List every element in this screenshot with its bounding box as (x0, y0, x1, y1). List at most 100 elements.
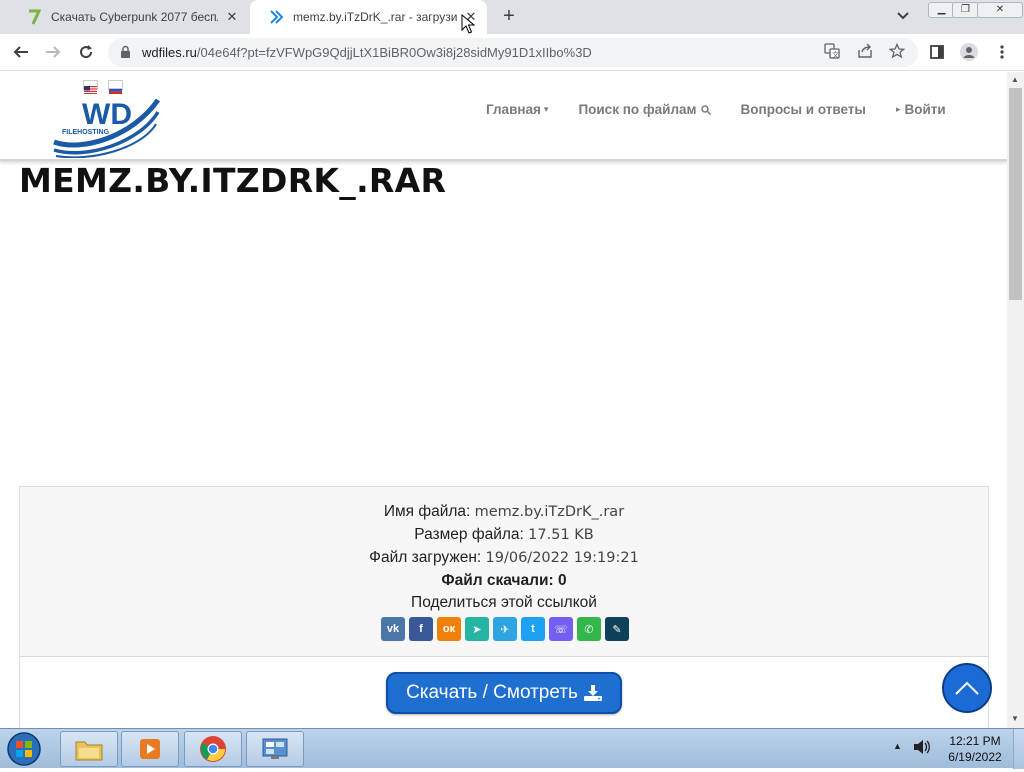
download-icon (583, 685, 602, 701)
address-bar[interactable]: wdfiles.ru/04e64f?pt=fzVFWpG9QdjjLtX1BiB… (108, 38, 918, 67)
clock-time: 12:21 PM (949, 734, 1001, 748)
tray-expand-icon[interactable]: ▲ (893, 741, 902, 751)
search-icon (700, 104, 711, 115)
scroll-to-top-button[interactable] (942, 663, 992, 713)
nav-home-label: Главная (486, 102, 541, 117)
tab-search-icon[interactable] (896, 9, 914, 27)
us-flag-icon[interactable] (83, 80, 98, 94)
twitter-share-icon[interactable]: t (521, 617, 545, 641)
vk-share-icon[interactable]: vk (381, 617, 405, 641)
telegram-share-icon[interactable]: ✈ (493, 617, 517, 641)
blank-ad-area (19, 222, 989, 482)
download-button[interactable]: Скачать / Смотреть (386, 672, 622, 714)
restore-button[interactable]: ❐ (952, 2, 979, 18)
url-host: wdfiles.ru (142, 45, 197, 60)
profile-avatar-icon[interactable] (959, 42, 979, 62)
mouse-cursor-icon (461, 13, 476, 39)
file-size-label: Размер файла: (414, 526, 524, 543)
windows-taskbar: ▲ 12:21 PM 6/19/2022 (0, 728, 1024, 769)
browser-toolbar: wdfiles.ru/04e64f?pt=fzVFWpG9QdjjLtX1BiB… (0, 34, 1024, 71)
browser-tab-strip: Скачать Cyberpunk 2077 бесплат ✕ memz.by… (0, 0, 1024, 34)
file-name-value: memz.by.iTzDrK_.rar (474, 504, 625, 520)
chevron-up-icon (955, 681, 979, 695)
share-label: Поделиться этой ссылкой (411, 594, 597, 611)
chrome-icon (200, 736, 226, 762)
nav-faq-label: Вопросы и ответы (740, 102, 866, 117)
page-scrollbar[interactable]: ▲ ▼ (1007, 72, 1024, 728)
start-button[interactable] (4, 731, 46, 767)
site-header: WD FILEHOSTING Главная ▾ Поиск по файлам… (0, 72, 1007, 161)
new-tab-button[interactable]: + (497, 5, 521, 29)
url-path: /04e64f?pt=fzVFWpG9QdjjLtX1BiBR0Ow3i8j28… (196, 45, 592, 60)
caret-right-icon: ▸ (895, 104, 901, 114)
sidebar-icon[interactable] (927, 42, 947, 62)
volume-icon[interactable] (912, 738, 932, 761)
control-panel-taskbar-button[interactable] (246, 731, 304, 767)
downloads-label: Файл скачали: (441, 572, 554, 589)
tab-title: Скачать Cyberpunk 2077 бесплат (51, 10, 218, 24)
nav-login-label: Войти (904, 102, 946, 117)
taskbar-clock[interactable]: 12:21 PM 6/19/2022 (940, 733, 1010, 765)
clock-date: 6/19/2022 (948, 750, 1002, 764)
scroll-down-arrow-icon[interactable]: ▼ (1011, 714, 1019, 723)
whatsapp-share-icon[interactable]: ✆ (577, 617, 601, 641)
scroll-up-arrow-icon[interactable]: ▲ (1011, 75, 1019, 84)
svg-text:WD: WD (82, 98, 132, 131)
file-name-row: Имя файла: memz.by.iTzDrK_.rar (20, 503, 988, 521)
svg-text:文: 文 (832, 50, 839, 59)
nav-faq[interactable]: Вопросы и ответы (741, 102, 866, 117)
file-info-panel: Имя файла: memz.by.iTzDrK_.rar Размер фа… (19, 486, 989, 728)
tab-title: memz.by.iTzDrK_.rar - загрузить (293, 10, 457, 24)
page-viewport: WD FILEHOSTING Главная ▾ Поиск по файлам… (0, 72, 1007, 728)
translate-icon[interactable]: 文 (824, 43, 842, 61)
control-panel-icon (262, 738, 288, 759)
chrome-taskbar-button[interactable] (184, 731, 242, 767)
tab-cyberpunk[interactable]: Скачать Cyberpunk 2077 бесплат ✕ (8, 0, 248, 34)
media-player-taskbar-button[interactable] (121, 731, 179, 767)
downloads-row: Файл скачали: 0 (20, 572, 988, 590)
scroll-thumb[interactable] (1009, 88, 1022, 300)
file-size-row: Размер файла: 17.51 KB (20, 526, 988, 544)
share-page-icon[interactable] (857, 43, 875, 61)
share-buttons: vk f ок ➤ ✈ t ☏ ✆ ✎ (381, 617, 633, 641)
file-info-block: Имя файла: memz.by.iTzDrK_.rar Размер фа… (20, 487, 988, 657)
tab-memz[interactable]: memz.by.iTzDrK_.rar - загрузить ✕ (250, 0, 487, 34)
kebab-menu-icon[interactable] (992, 42, 1012, 62)
ru-flag-icon[interactable] (108, 80, 123, 94)
url-text[interactable]: wdfiles.ru/04e64f?pt=fzVFWpG9QdjjLtX1BiB… (142, 45, 592, 60)
nav-file-search[interactable]: Поиск по файлам (578, 102, 711, 117)
moimir-share-icon[interactable]: ➤ (465, 617, 489, 641)
site-nav: Главная ▾ Поиск по файлам Вопросы и отве… (486, 102, 976, 117)
file-name-label: Имя файла: (383, 503, 471, 520)
file-size-value: 17.51 KB (528, 527, 594, 543)
facebook-share-icon[interactable]: f (409, 617, 433, 641)
page-title: MEMZ.BY.ITZDRK_.RAR (19, 161, 447, 200)
download-button-label: Скачать / Смотреть (406, 682, 578, 703)
close-window-button[interactable]: ✕ (977, 2, 1023, 18)
minimize-button[interactable]: ▁ (928, 2, 955, 18)
uploaded-label: Файл загружен: (369, 549, 482, 566)
nav-home[interactable]: Главная ▾ (486, 102, 548, 117)
forward-arrow-icon[interactable] (43, 42, 63, 62)
bookmark-star-icon[interactable] (888, 42, 907, 61)
seven-favicon-icon (26, 9, 42, 25)
folder-icon (75, 741, 103, 761)
svg-text:FILEHOSTING: FILEHOSTING (62, 129, 110, 136)
chevron-favicon-icon (268, 9, 284, 25)
nav-login[interactable]: ▸ Войти (896, 102, 946, 117)
media-player-icon (140, 739, 160, 759)
uploaded-row: Файл загружен: 19/06/2022 19:19:21 (20, 549, 988, 567)
back-arrow-icon[interactable] (11, 42, 31, 62)
uploaded-value: 19/06/2022 19:19:21 (485, 550, 639, 566)
tab-close-icon[interactable]: ✕ (224, 9, 240, 25)
wd-filehosting-logo[interactable]: WD FILEHOSTING (52, 78, 162, 158)
lock-icon[interactable] (120, 45, 131, 64)
downloads-value: 0 (558, 572, 567, 589)
livejournal-share-icon[interactable]: ✎ (605, 617, 629, 641)
explorer-taskbar-button[interactable] (60, 731, 118, 767)
reload-icon[interactable] (76, 42, 96, 62)
viber-share-icon[interactable]: ☏ (549, 617, 573, 641)
nav-file-search-label: Поиск по файлам (578, 102, 697, 117)
show-desktop-button[interactable] (1013, 729, 1024, 769)
odnoklassniki-share-icon[interactable]: ок (437, 617, 461, 641)
